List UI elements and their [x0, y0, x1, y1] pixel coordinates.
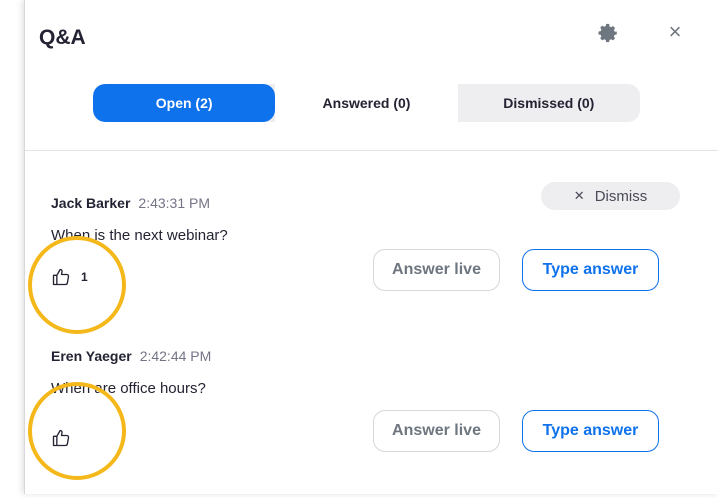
- question-time: 2:43:31 PM: [138, 195, 211, 211]
- asker-line: Eren Yaeger 2:42:44 PM: [51, 348, 211, 364]
- answer-live-button[interactable]: Answer live: [373, 249, 500, 291]
- question-time: 2:42:44 PM: [139, 348, 212, 364]
- dismiss-label: Dismiss: [594, 187, 648, 205]
- thumbs-up-icon: [52, 429, 70, 447]
- tab-open[interactable]: Open (2): [93, 84, 276, 122]
- question-item: Eren Yaeger 2:42:44 PM When are office ho…: [25, 348, 718, 498]
- asker-line: Jack Barker 2:43:31 PM: [51, 195, 210, 211]
- like-count: 1: [81, 270, 88, 284]
- answer-live-button[interactable]: Answer live: [373, 410, 500, 452]
- dismiss-button[interactable]: ✕ Dismiss: [541, 182, 680, 210]
- qa-panel: Q&A × Open (2) Answered (0) Dismissed (0…: [24, 0, 718, 494]
- question-item: Jack Barker 2:43:31 PM ✕ Dismiss When is …: [25, 182, 718, 345]
- type-answer-button[interactable]: Type answer: [522, 410, 659, 452]
- asker-name: Jack Barker: [51, 195, 131, 211]
- like-button[interactable]: 1: [51, 267, 88, 287]
- tab-dismissed[interactable]: Dismissed (0): [458, 84, 640, 122]
- tab-answered[interactable]: Answered (0): [275, 84, 458, 122]
- asker-name: Eren Yaeger: [51, 348, 132, 364]
- thumbs-up-icon: [52, 268, 70, 286]
- question-text: When is the next webinar?: [51, 227, 228, 244]
- close-icon: ✕: [573, 188, 585, 203]
- gear-icon[interactable]: [597, 22, 619, 44]
- panel-title: Q&A: [39, 26, 86, 49]
- like-button[interactable]: [51, 428, 81, 448]
- question-text: When are office hours?: [51, 380, 206, 397]
- close-icon[interactable]: ×: [663, 20, 687, 44]
- type-answer-button[interactable]: Type answer: [522, 249, 659, 291]
- qa-tabs: Open (2) Answered (0) Dismissed (0): [93, 84, 640, 122]
- divider: [25, 150, 718, 151]
